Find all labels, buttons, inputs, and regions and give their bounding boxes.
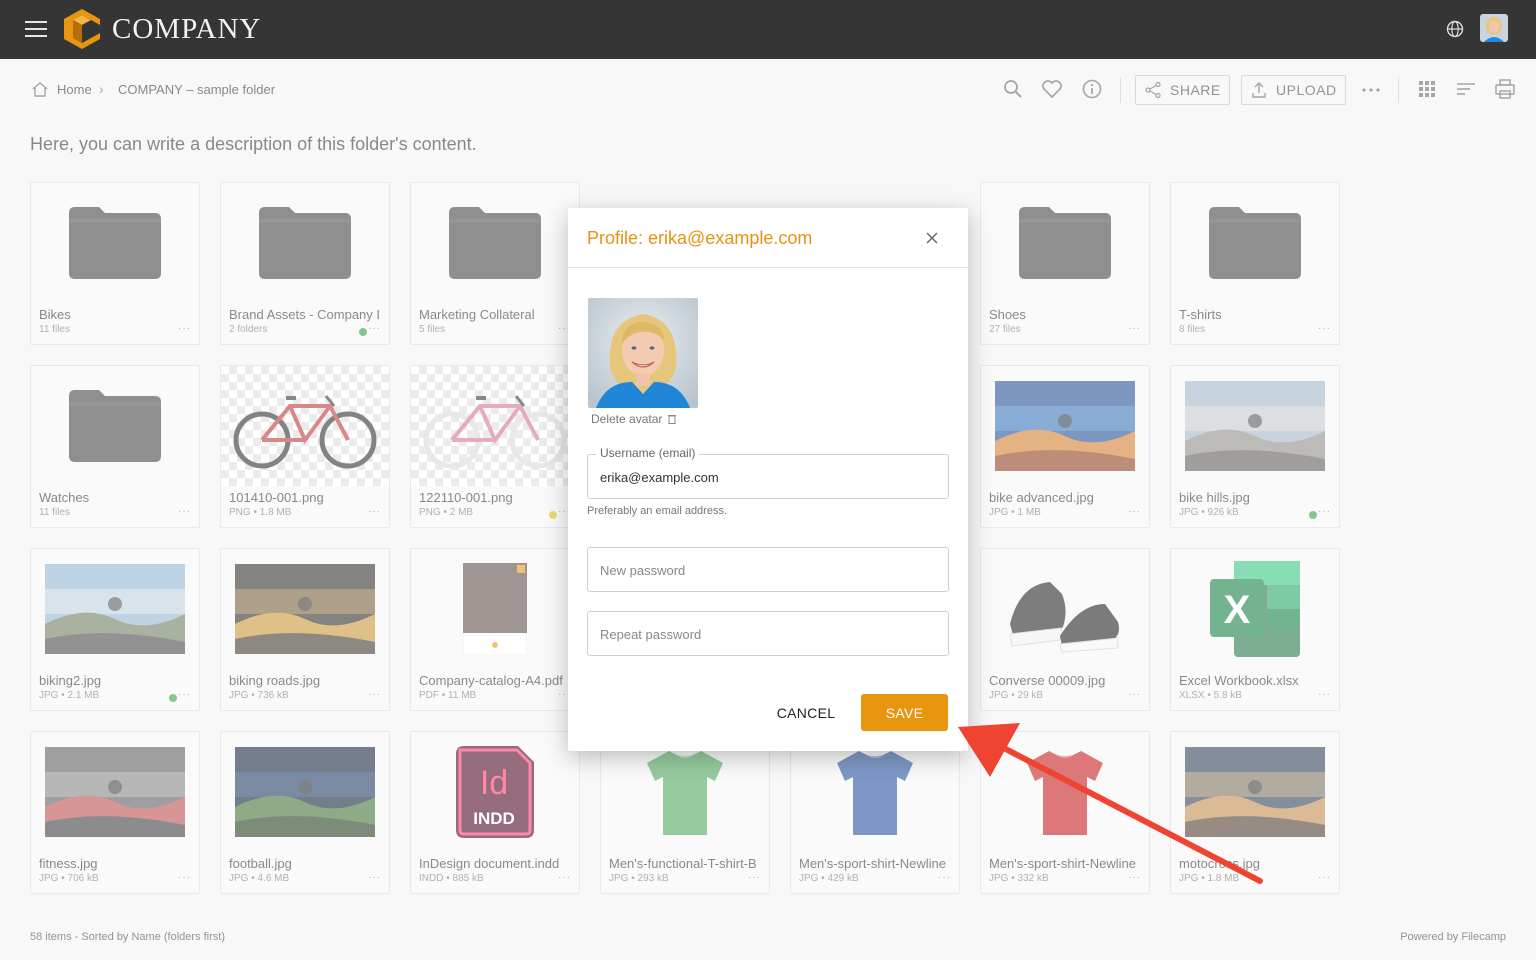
username-field[interactable]: Username (email) (587, 446, 949, 499)
cancel-button[interactable]: CANCEL (766, 695, 846, 731)
company-logo-text: COMPANY (112, 13, 262, 45)
delete-avatar-link[interactable]: Delete avatar (591, 412, 677, 426)
annotation-arrow (958, 723, 1263, 884)
company-logo-icon (64, 9, 100, 49)
close-icon[interactable] (924, 230, 940, 246)
profile-avatar[interactable] (588, 298, 698, 408)
username-hint: Preferably an email address. (587, 505, 728, 517)
globe-icon[interactable] (1446, 20, 1464, 38)
repeat-password-input[interactable] (600, 624, 930, 644)
menu-icon[interactable] (25, 21, 47, 37)
dialog-title: Profile: erika@example.com (587, 228, 813, 248)
save-button[interactable]: SAVE (861, 694, 948, 731)
delete-avatar-label: Delete avatar (591, 412, 663, 426)
top-bar: COMPANY (0, 0, 1536, 59)
repeat-password-field[interactable] (587, 611, 949, 656)
dialog-header: Profile: erika@example.com (568, 208, 968, 268)
user-avatar[interactable] (1480, 14, 1508, 42)
username-label: Username (email) (596, 446, 700, 460)
trash-icon (668, 415, 677, 424)
profile-dialog: Profile: erika@example.com Delete avatar… (568, 208, 968, 751)
new-password-field[interactable] (587, 547, 949, 592)
new-password-input[interactable] (600, 560, 930, 580)
username-input[interactable] (600, 467, 930, 487)
